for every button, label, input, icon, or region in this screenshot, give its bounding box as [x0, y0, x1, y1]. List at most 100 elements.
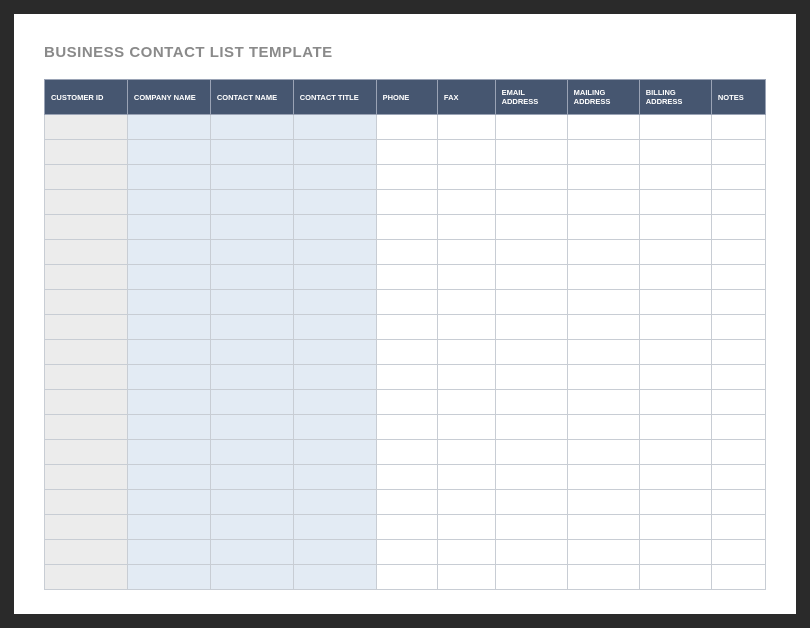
cell[interactable]: [639, 540, 711, 565]
cell[interactable]: [495, 415, 567, 440]
cell[interactable]: [127, 565, 210, 590]
cell[interactable]: [293, 340, 376, 365]
cell[interactable]: [567, 515, 639, 540]
cell[interactable]: [293, 240, 376, 265]
cell[interactable]: [711, 115, 765, 140]
cell[interactable]: [127, 215, 210, 240]
cell[interactable]: [639, 565, 711, 590]
cell[interactable]: [639, 115, 711, 140]
cell[interactable]: [127, 440, 210, 465]
cell[interactable]: [711, 465, 765, 490]
cell[interactable]: [711, 190, 765, 215]
cell[interactable]: [437, 490, 495, 515]
cell[interactable]: [127, 465, 210, 490]
cell[interactable]: [495, 390, 567, 415]
cell[interactable]: [45, 490, 128, 515]
cell[interactable]: [376, 390, 437, 415]
cell[interactable]: [210, 165, 293, 190]
cell[interactable]: [45, 215, 128, 240]
cell[interactable]: [437, 115, 495, 140]
cell[interactable]: [293, 190, 376, 215]
cell[interactable]: [293, 515, 376, 540]
cell[interactable]: [210, 440, 293, 465]
cell[interactable]: [437, 365, 495, 390]
cell[interactable]: [45, 115, 128, 140]
cell[interactable]: [639, 190, 711, 215]
cell[interactable]: [711, 165, 765, 190]
cell[interactable]: [210, 490, 293, 515]
cell[interactable]: [45, 290, 128, 315]
cell[interactable]: [437, 415, 495, 440]
cell[interactable]: [376, 565, 437, 590]
cell[interactable]: [127, 340, 210, 365]
cell[interactable]: [639, 490, 711, 515]
cell[interactable]: [376, 265, 437, 290]
cell[interactable]: [711, 240, 765, 265]
cell[interactable]: [45, 140, 128, 165]
cell[interactable]: [639, 215, 711, 240]
cell[interactable]: [437, 290, 495, 315]
cell[interactable]: [376, 165, 437, 190]
cell[interactable]: [376, 540, 437, 565]
cell[interactable]: [639, 340, 711, 365]
cell[interactable]: [45, 340, 128, 365]
cell[interactable]: [210, 265, 293, 290]
cell[interactable]: [567, 315, 639, 340]
cell[interactable]: [376, 515, 437, 540]
cell[interactable]: [376, 215, 437, 240]
cell[interactable]: [495, 490, 567, 515]
cell[interactable]: [711, 515, 765, 540]
cell[interactable]: [567, 390, 639, 415]
cell[interactable]: [711, 315, 765, 340]
cell[interactable]: [45, 190, 128, 215]
cell[interactable]: [210, 240, 293, 265]
cell[interactable]: [45, 440, 128, 465]
cell[interactable]: [437, 540, 495, 565]
cell[interactable]: [495, 315, 567, 340]
cell[interactable]: [293, 315, 376, 340]
cell[interactable]: [210, 415, 293, 440]
cell[interactable]: [437, 340, 495, 365]
cell[interactable]: [293, 165, 376, 190]
cell[interactable]: [567, 465, 639, 490]
cell[interactable]: [495, 540, 567, 565]
cell[interactable]: [293, 215, 376, 240]
cell[interactable]: [376, 240, 437, 265]
cell[interactable]: [639, 165, 711, 190]
cell[interactable]: [711, 490, 765, 515]
cell[interactable]: [567, 115, 639, 140]
cell[interactable]: [639, 265, 711, 290]
cell[interactable]: [711, 290, 765, 315]
cell[interactable]: [127, 240, 210, 265]
cell[interactable]: [127, 540, 210, 565]
cell[interactable]: [293, 565, 376, 590]
cell[interactable]: [210, 540, 293, 565]
cell[interactable]: [567, 165, 639, 190]
cell[interactable]: [437, 190, 495, 215]
cell[interactable]: [711, 540, 765, 565]
cell[interactable]: [639, 140, 711, 165]
cell[interactable]: [711, 340, 765, 365]
cell[interactable]: [567, 265, 639, 290]
cell[interactable]: [495, 565, 567, 590]
cell[interactable]: [639, 290, 711, 315]
cell[interactable]: [495, 365, 567, 390]
cell[interactable]: [639, 390, 711, 415]
cell[interactable]: [210, 215, 293, 240]
cell[interactable]: [567, 290, 639, 315]
cell[interactable]: [293, 265, 376, 290]
cell[interactable]: [45, 565, 128, 590]
cell[interactable]: [567, 215, 639, 240]
cell[interactable]: [495, 215, 567, 240]
cell[interactable]: [437, 140, 495, 165]
cell[interactable]: [45, 240, 128, 265]
cell[interactable]: [210, 140, 293, 165]
cell[interactable]: [127, 265, 210, 290]
cell[interactable]: [210, 315, 293, 340]
cell[interactable]: [376, 140, 437, 165]
cell[interactable]: [495, 165, 567, 190]
cell[interactable]: [376, 490, 437, 515]
cell[interactable]: [567, 365, 639, 390]
cell[interactable]: [567, 240, 639, 265]
cell[interactable]: [376, 415, 437, 440]
